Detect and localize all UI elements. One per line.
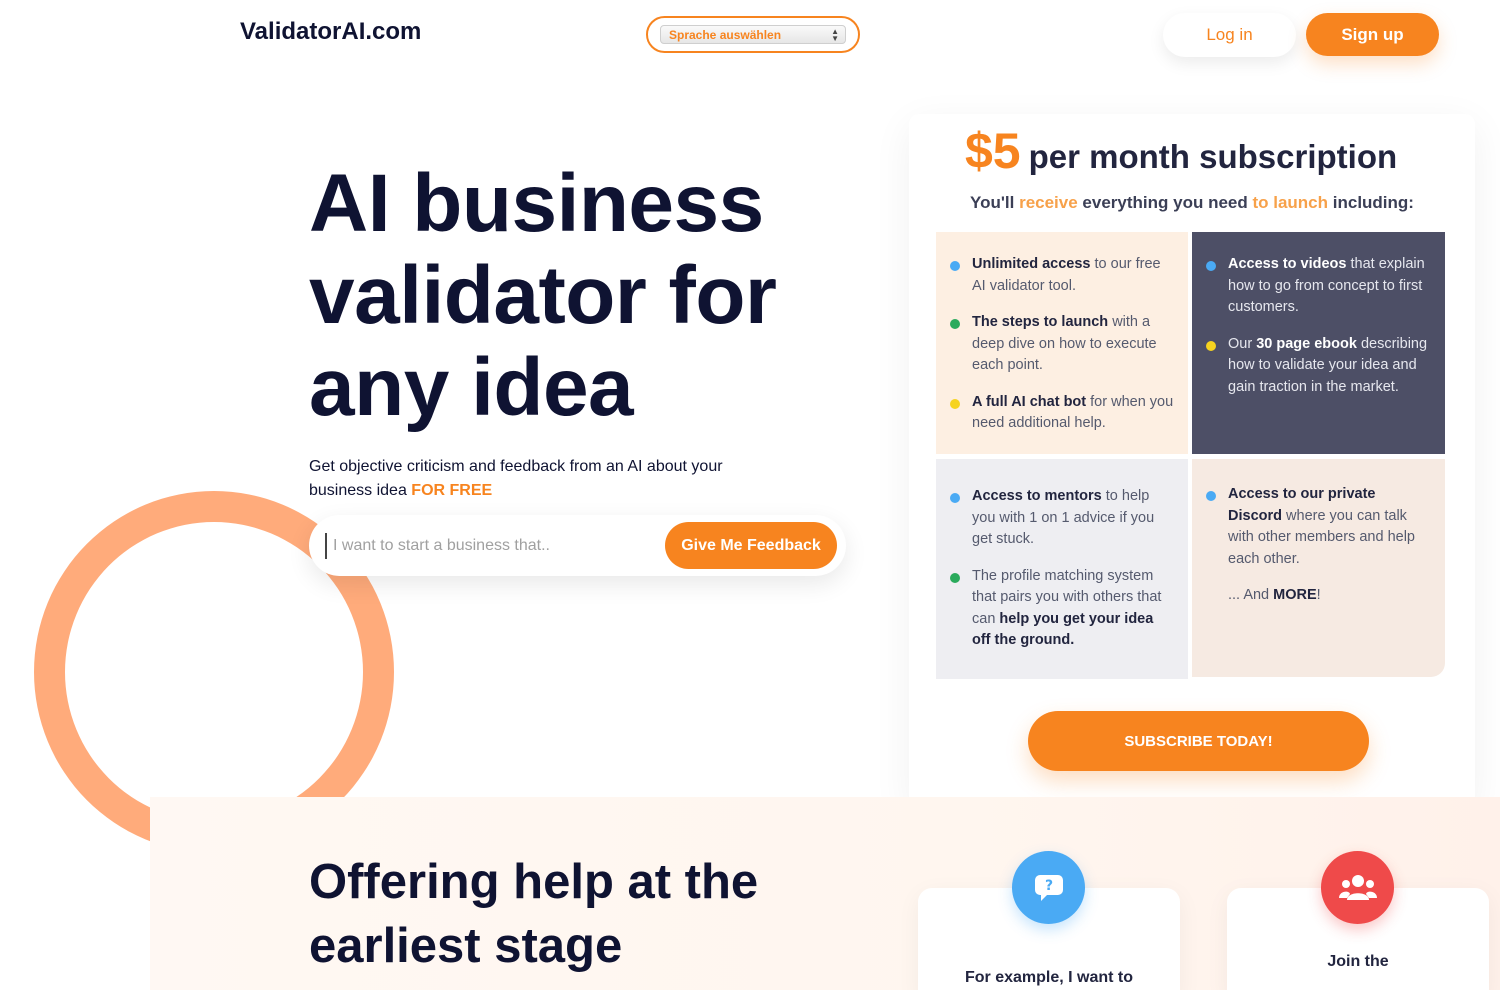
hero-title: AI business validator for any idea <box>309 158 777 433</box>
community-card-text: Join the <box>1327 953 1389 970</box>
bullet-dot-icon <box>1206 261 1216 271</box>
more-post: ! <box>1316 587 1321 603</box>
feature-bold: 30 page ebook <box>1256 335 1357 352</box>
hero-subtitle-text: Get objective criticism and feedback fro… <box>309 458 723 499</box>
hero-subtitle-highlight: FOR FREE <box>411 482 493 499</box>
price-heading: $5 per month subscription <box>965 122 1397 180</box>
select-arrows-icon: ▲ ▼ <box>831 26 839 43</box>
feature-bold: Access to videos <box>1228 256 1347 272</box>
example-card-text: For example, I want to <box>964 969 1134 986</box>
feature-cell-learning: Access to videos that explain how to go … <box>1192 232 1445 454</box>
feature-item: The profile matching system that pairs y… <box>936 566 1174 652</box>
feature-cell-mentors: Access to mentors to help you with 1 on … <box>936 459 1188 679</box>
language-select[interactable]: Sprache auswählen ▲ ▼ <box>660 25 846 44</box>
subscribe-button[interactable]: SUBSCRIBE TODAY! <box>1028 711 1369 771</box>
idea-search-box: Give Me Feedback <box>309 515 846 576</box>
feature-item: Unlimited access to our free AI validato… <box>936 254 1174 297</box>
and-more-text: ... And MORE! <box>1192 585 1431 607</box>
receive-part: including: <box>1328 193 1414 212</box>
more-bold: MORE <box>1273 587 1317 603</box>
receive-highlight: to launch <box>1252 193 1329 212</box>
feature-bold: Unlimited access <box>972 256 1091 272</box>
feature-item: Our 30 page ebook describing how to vali… <box>1192 334 1431 399</box>
login-button[interactable]: Log in <box>1163 13 1296 57</box>
bullet-dot-icon <box>950 398 960 409</box>
question-chat-icon: ? <box>1012 851 1085 924</box>
receive-part: You'll <box>970 193 1020 212</box>
price-period: per month subscription <box>1028 138 1398 175</box>
receive-part: everything you need <box>1077 193 1253 212</box>
bullet-dot-icon <box>950 493 960 503</box>
more-pre: ... And <box>1228 587 1274 603</box>
feature-cell-ai-tools: Unlimited access to our free AI validato… <box>936 232 1188 454</box>
feature-bold: A full AI chat bot <box>972 393 1087 410</box>
idea-input[interactable] <box>325 533 655 559</box>
signup-button[interactable]: Sign up <box>1306 13 1439 56</box>
community-icon <box>1321 851 1394 924</box>
bullet-dot-icon <box>950 572 960 583</box>
bullet-dot-icon <box>1206 340 1216 351</box>
language-select-label: Sprache auswählen <box>669 27 782 42</box>
feature-bold: help you get your idea off the ground. <box>972 610 1154 649</box>
feature-item: Access to our private Discord where you … <box>1192 484 1431 570</box>
price-amount: $5 <box>965 123 1021 179</box>
bullet-dot-icon <box>950 319 960 329</box>
feature-item: Access to videos that explain how to go … <box>1192 254 1431 319</box>
bullet-dot-icon <box>1206 491 1216 501</box>
feature-item: A full AI chat bot for when you need add… <box>936 392 1174 435</box>
feature-cell-community: Access to our private Discord where you … <box>1192 459 1445 677</box>
section-title: Offering help at the earliest stage <box>309 855 759 973</box>
language-selector[interactable]: Sprache auswählen ▲ ▼ <box>646 16 860 53</box>
feature-bold: Access to mentors <box>972 488 1102 504</box>
feature-bold: The steps to launch <box>972 314 1109 330</box>
svg-text:?: ? <box>1044 878 1052 894</box>
receive-highlight: receive <box>1019 193 1078 212</box>
feature-item: Access to mentors to help you with 1 on … <box>936 486 1174 551</box>
pricing-subtitle: You'll receive everything you need to la… <box>909 193 1475 213</box>
feature-text: Our <box>1228 335 1257 352</box>
feature-item: The steps to launch with a deep dive on … <box>936 312 1174 377</box>
give-feedback-button[interactable]: Give Me Feedback <box>665 522 837 569</box>
site-logo[interactable]: ValidatorAI.com <box>240 18 421 46</box>
hero-subtitle: Get objective criticism and feedback fro… <box>309 455 779 503</box>
pricing-card: $5 per month subscription You'll receive … <box>909 114 1475 807</box>
bullet-dot-icon <box>950 261 960 271</box>
